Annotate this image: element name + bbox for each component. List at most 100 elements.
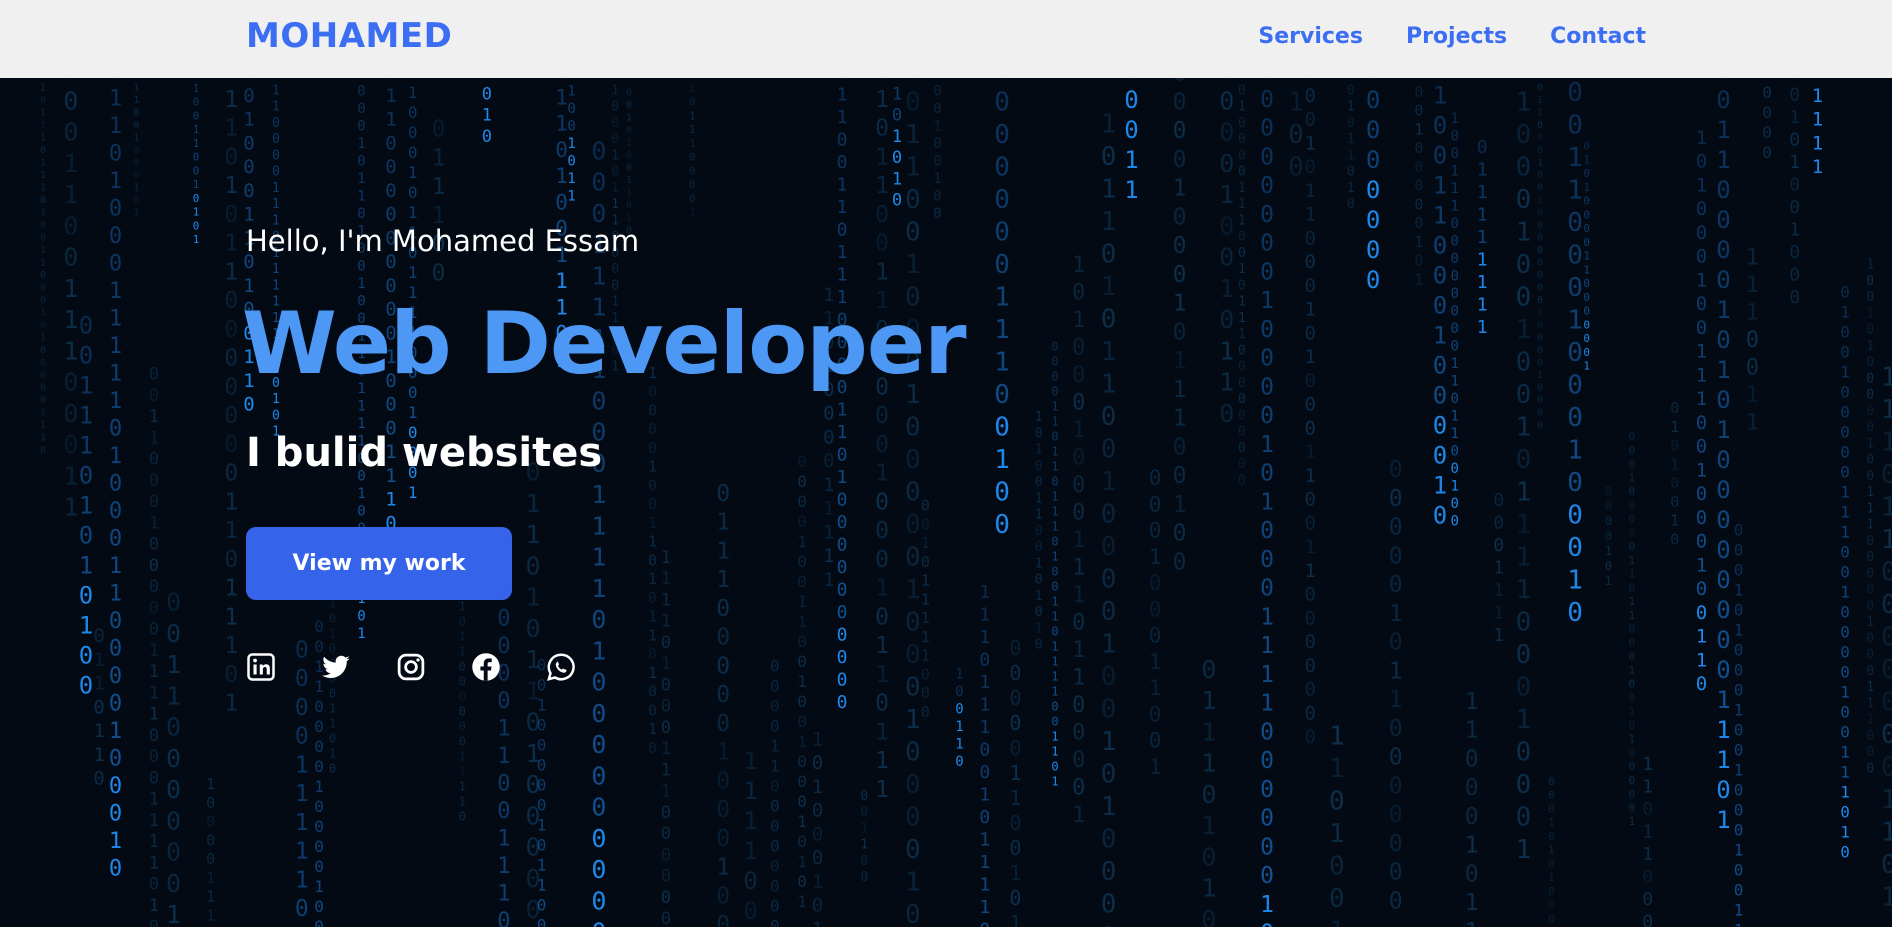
svg-text:0: 0	[1696, 507, 1707, 529]
svg-text:0: 0	[1389, 572, 1403, 598]
svg-text:0: 0	[224, 288, 238, 314]
svg-text:1: 1	[497, 744, 510, 769]
svg-text:0: 0	[743, 897, 757, 925]
whatsapp-icon[interactable]	[546, 652, 576, 682]
svg-text:0: 0	[40, 383, 46, 394]
svg-text:0: 0	[1051, 385, 1058, 399]
svg-text:0: 0	[314, 837, 324, 856]
svg-text:0: 0	[994, 153, 1010, 183]
facebook-icon[interactable]	[471, 652, 501, 682]
svg-text:1: 1	[224, 489, 238, 515]
svg-text:0: 0	[611, 100, 619, 115]
svg-text:0: 0	[1465, 804, 1479, 830]
svg-text:0: 0	[661, 824, 671, 844]
nav-link-projects[interactable]: Projects	[1406, 24, 1507, 49]
twitter-icon[interactable]	[321, 652, 351, 682]
svg-text:1: 1	[1716, 116, 1730, 144]
svg-text:1: 1	[93, 649, 104, 671]
svg-text:0: 0	[314, 897, 324, 916]
svg-text:0: 0	[1567, 338, 1583, 368]
svg-text:0: 0	[875, 403, 889, 429]
svg-text:0: 0	[295, 695, 309, 721]
svg-text:0: 0	[812, 823, 823, 845]
svg-text:0: 0	[797, 792, 807, 811]
svg-text:0: 0	[63, 78, 78, 84]
svg-text:0: 0	[537, 795, 547, 814]
svg-text:1: 1	[648, 720, 657, 738]
svg-text:0: 0	[459, 690, 466, 704]
svg-text:0: 0	[1734, 601, 1744, 620]
svg-text:1: 1	[1716, 416, 1730, 444]
svg-text:1: 1	[459, 780, 466, 794]
svg-text:1: 1	[812, 871, 823, 893]
svg-text:0: 0	[1035, 459, 1043, 474]
svg-text:0: 0	[979, 920, 990, 927]
svg-text:1: 1	[567, 136, 575, 152]
svg-text:1: 1	[875, 259, 889, 285]
svg-text:0: 0	[1548, 857, 1555, 870]
svg-text:0: 0	[1051, 475, 1058, 489]
svg-text:1: 1	[1696, 459, 1707, 481]
svg-text:1: 1	[1451, 356, 1459, 372]
hero-tagline: I bulid websites	[246, 430, 603, 476]
svg-text:0: 0	[1101, 304, 1117, 334]
svg-text:1: 1	[537, 695, 547, 714]
svg-text:0: 0	[626, 162, 632, 173]
svg-text:1: 1	[1201, 749, 1216, 778]
svg-text:0: 0	[1881, 720, 1892, 750]
svg-text:1: 1	[979, 830, 990, 851]
svg-text:1: 1	[149, 428, 159, 448]
instagram-icon[interactable]	[396, 652, 426, 682]
svg-text:1: 1	[1219, 274, 1234, 303]
svg-text:0: 0	[40, 358, 46, 369]
svg-text:1: 1	[149, 811, 159, 831]
svg-text:0: 0	[1260, 806, 1274, 832]
svg-text:1: 1	[93, 744, 104, 766]
svg-text:0: 0	[224, 374, 238, 400]
view-my-work-button[interactable]: View my work	[246, 527, 512, 600]
svg-text:1: 1	[743, 777, 757, 805]
svg-text:0: 0	[1451, 146, 1459, 162]
svg-text:0: 0	[1629, 430, 1636, 443]
svg-text:1: 1	[40, 208, 46, 219]
svg-text:1: 1	[1734, 701, 1744, 720]
svg-text:0: 0	[497, 799, 510, 824]
svg-text:1: 1	[1840, 742, 1850, 761]
svg-text:0: 0	[385, 394, 396, 416]
nav-link-services[interactable]: Services	[1258, 24, 1363, 49]
svg-text:0: 0	[40, 270, 46, 281]
svg-text:1: 1	[1101, 272, 1117, 302]
nav-link-contact[interactable]: Contact	[1550, 24, 1646, 49]
svg-text:0: 0	[314, 917, 324, 927]
svg-text:0: 0	[1734, 561, 1744, 580]
svg-text:1: 1	[40, 83, 46, 94]
svg-text:0: 0	[875, 78, 889, 84]
svg-text:0: 0	[1238, 408, 1246, 423]
site-logo[interactable]: MOHAMED	[246, 16, 452, 56]
svg-text:1: 1	[1201, 811, 1216, 840]
svg-text:0: 0	[1567, 111, 1583, 141]
svg-text:0: 0	[1583, 332, 1590, 345]
svg-text:1: 1	[1881, 395, 1892, 425]
svg-text:1: 1	[1433, 202, 1447, 230]
svg-text:1: 1	[63, 180, 78, 209]
svg-text:1: 1	[1670, 418, 1679, 436]
svg-text:1: 1	[1305, 441, 1316, 463]
svg-text:1: 1	[1051, 520, 1058, 534]
hero-role-title: Web Developer	[242, 294, 967, 394]
svg-text:0: 0	[1716, 656, 1730, 684]
svg-text:0: 0	[1051, 355, 1058, 369]
svg-text:0: 0	[875, 518, 889, 544]
svg-text:0: 0	[837, 557, 848, 578]
svg-text:0: 0	[591, 605, 606, 634]
svg-text:0: 0	[905, 543, 921, 573]
linkedin-icon[interactable]	[246, 652, 276, 682]
svg-text:0: 0	[109, 692, 122, 717]
svg-text:1: 1	[357, 78, 365, 82]
svg-text:0: 0	[1789, 175, 1800, 196]
svg-text:0: 0	[166, 588, 181, 617]
svg-text:0: 0	[224, 461, 238, 487]
svg-text:1: 1	[611, 78, 619, 82]
svg-text:1: 1	[497, 827, 510, 852]
svg-text:1: 1	[661, 760, 671, 780]
